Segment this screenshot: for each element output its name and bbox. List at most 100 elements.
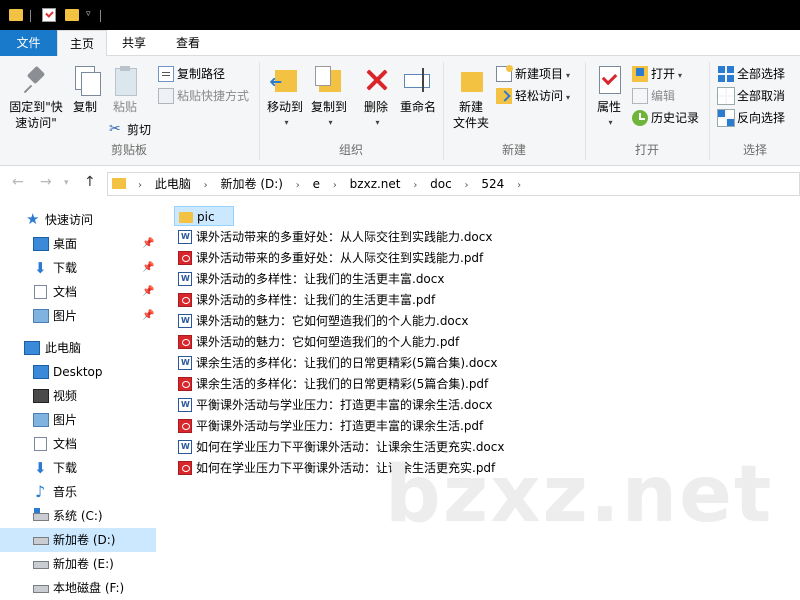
easy-access-button[interactable]: 轻松访问 ▾: [496, 86, 570, 106]
nav-item-pictures[interactable]: 图片 📌: [0, 304, 156, 328]
breadcrumb-chevron-icon[interactable]: ›: [407, 175, 423, 197]
nav-item-label: 新加卷 (D:): [53, 533, 116, 547]
new-folder-quick-icon[interactable]: [65, 9, 79, 21]
select-none-button[interactable]: 全部取消: [717, 86, 785, 106]
copy-to-icon: [313, 64, 345, 96]
customize-toolbar-chevron-icon[interactable]: ▿: [86, 9, 91, 25]
properties-quick-icon[interactable]: [42, 8, 56, 22]
up-arrow-icon[interactable]: ↑: [84, 174, 96, 190]
nav-item-videos[interactable]: 视频: [0, 384, 156, 408]
file-name: 平衡课外活动与学业压力：打造更丰富的课余生活.docx: [196, 398, 493, 412]
breadcrumb-e[interactable]: e: [310, 173, 323, 195]
nav-item-music[interactable]: 音乐: [0, 480, 156, 504]
history-button[interactable]: 历史记录: [632, 108, 699, 128]
nav-item-downloads-pc[interactable]: 下载: [0, 456, 156, 480]
chevron-down-icon: ▾: [678, 71, 683, 80]
forward-arrow-icon[interactable]: →: [40, 174, 52, 190]
select-all-button[interactable]: 全部选择: [718, 64, 785, 84]
back-arrow-icon[interactable]: ←: [12, 174, 24, 190]
paste-button[interactable]: 粘贴: [106, 64, 144, 115]
new-group: 新建 文件夹 新建项目 ▾ 轻松访问 ▾ 新建: [444, 60, 584, 164]
breadcrumb-doc[interactable]: doc: [427, 173, 455, 195]
nav-this-pc[interactable]: 此电脑: [0, 336, 156, 360]
new-item-label: 新建项目: [515, 67, 564, 81]
word-document-icon: [178, 311, 192, 331]
file-name: 课外活动带来的多重好处：从人际交往到实践能力.pdf: [196, 251, 484, 265]
new-folder-button[interactable]: 新建 文件夹: [450, 64, 492, 131]
file-name: 课余生活的多样化：让我们的日常更精彩(5篇合集).docx: [196, 356, 498, 370]
breadcrumb-524[interactable]: 524: [478, 173, 507, 195]
nav-item-documents[interactable]: 文档 📌: [0, 280, 156, 304]
breadcrumb-chevron-icon[interactable]: ›: [459, 175, 475, 197]
nav-item-desktop-pc[interactable]: Desktop: [0, 360, 156, 384]
open-button[interactable]: 打开 ▾: [632, 64, 682, 84]
nav-item-label: 文档: [53, 285, 78, 299]
tab-home[interactable]: 主页: [57, 30, 107, 57]
pictures-icon: [33, 309, 49, 323]
nav-item-label: Desktop: [53, 365, 103, 379]
history-label: 历史记录: [651, 111, 700, 125]
nav-item-pictures-pc[interactable]: 图片: [0, 408, 156, 432]
list-item-folder[interactable]: pic: [174, 206, 234, 226]
cut-button[interactable]: 剪切: [108, 119, 151, 140]
nav-item-documents-pc[interactable]: 文档: [0, 432, 156, 456]
breadcrumb-drive-d[interactable]: 新加卷 (D:): [218, 173, 286, 195]
word-document-icon: [178, 353, 192, 373]
new-item-button[interactable]: 新建项目 ▾: [496, 64, 570, 84]
copy-button[interactable]: 复制: [66, 64, 104, 115]
pin-icon: 📌: [142, 310, 155, 321]
organize-group-label: 组织: [338, 143, 363, 157]
move-to-icon: [269, 64, 301, 96]
edit-label: 编辑: [651, 89, 676, 103]
select-group: 全部选择 全部取消 反向选择 选择: [710, 60, 800, 164]
delete-button[interactable]: 删除 ▾: [358, 64, 394, 131]
nav-quick-access[interactable]: 快速访问: [0, 207, 156, 232]
nav-item-drive-f[interactable]: 本地磁盘 (F:): [0, 576, 156, 600]
breadcrumb-chevron-icon[interactable]: ›: [327, 175, 343, 197]
toolbar-separator: [100, 10, 101, 22]
tab-share[interactable]: 共享: [110, 30, 158, 56]
chevron-down-icon: ▾: [284, 118, 289, 127]
nav-item-desktop[interactable]: 桌面 📌: [0, 232, 156, 256]
select-all-icon: [718, 65, 734, 82]
nav-item-drive-c[interactable]: 系统 (C:): [0, 504, 156, 528]
file-name: 课外活动的魅力：它如何塑造我们的个人能力.pdf: [196, 335, 460, 349]
breadcrumb-bzxz[interactable]: bzxz.net: [347, 173, 404, 195]
tab-file[interactable]: 文件: [0, 30, 57, 56]
move-to-button[interactable]: 移动到 ▾: [264, 64, 306, 131]
open-icon: [632, 65, 648, 82]
edit-button[interactable]: 编辑: [632, 86, 675, 106]
breadcrumb-chevron-icon[interactable]: ›: [198, 175, 214, 197]
word-document-icon: [178, 437, 192, 457]
rename-button[interactable]: 重命名: [396, 64, 440, 115]
recent-locations-chevron-icon[interactable]: ▾: [64, 178, 69, 188]
nav-item-drive-d[interactable]: 新加卷 (D:): [0, 528, 156, 552]
pin-icon: 📌: [142, 286, 155, 297]
nav-item-drive-e[interactable]: 新加卷 (E:): [0, 552, 156, 576]
nav-item-downloads[interactable]: 下载 📌: [0, 256, 156, 280]
pin-icon: 📌: [142, 262, 155, 273]
paste-shortcut-button[interactable]: 粘贴快捷方式: [158, 86, 249, 106]
nav-item-label: 本地磁盘 (F:): [53, 581, 125, 595]
pdf-document-icon: [178, 419, 192, 433]
address-bar[interactable]: › 此电脑 › 新加卷 (D:) › e › bzxz.net › doc › …: [107, 172, 800, 196]
computer-icon: [24, 341, 40, 355]
navigation-bar: ← → ▾ ↑ › 此电脑 › 新加卷 (D:) › e › bzxz.net …: [0, 166, 800, 200]
select-all-label: 全部选择: [737, 67, 786, 81]
copy-path-button[interactable]: 复制路径: [158, 64, 225, 84]
pin-icon: [20, 64, 52, 96]
chevron-down-icon: ▾: [608, 118, 613, 127]
invert-selection-button[interactable]: 反向选择: [717, 108, 785, 128]
tab-view[interactable]: 查看: [162, 30, 214, 56]
copy-to-button[interactable]: 复制到 ▾: [308, 64, 350, 131]
invert-selection-icon: [717, 108, 735, 127]
breadcrumb-chevron-icon[interactable]: ›: [290, 175, 306, 197]
chevron-down-icon: ▾: [566, 93, 571, 102]
clipboard-group-label: 剪贴板: [110, 143, 147, 157]
pdf-document-icon: [178, 461, 192, 475]
file-list: pic 课外活动带来的多重好处：从人际交往到实践能力.docx 课外活动带来的多…: [160, 200, 800, 600]
properties-button[interactable]: 属性 ▾: [590, 64, 628, 131]
breadcrumb-chevron-icon[interactable]: ›: [511, 175, 527, 197]
breadcrumb-this-pc[interactable]: 此电脑: [152, 173, 194, 195]
pin-to-quick-access-button[interactable]: 固定到"快 速访问": [6, 64, 66, 131]
